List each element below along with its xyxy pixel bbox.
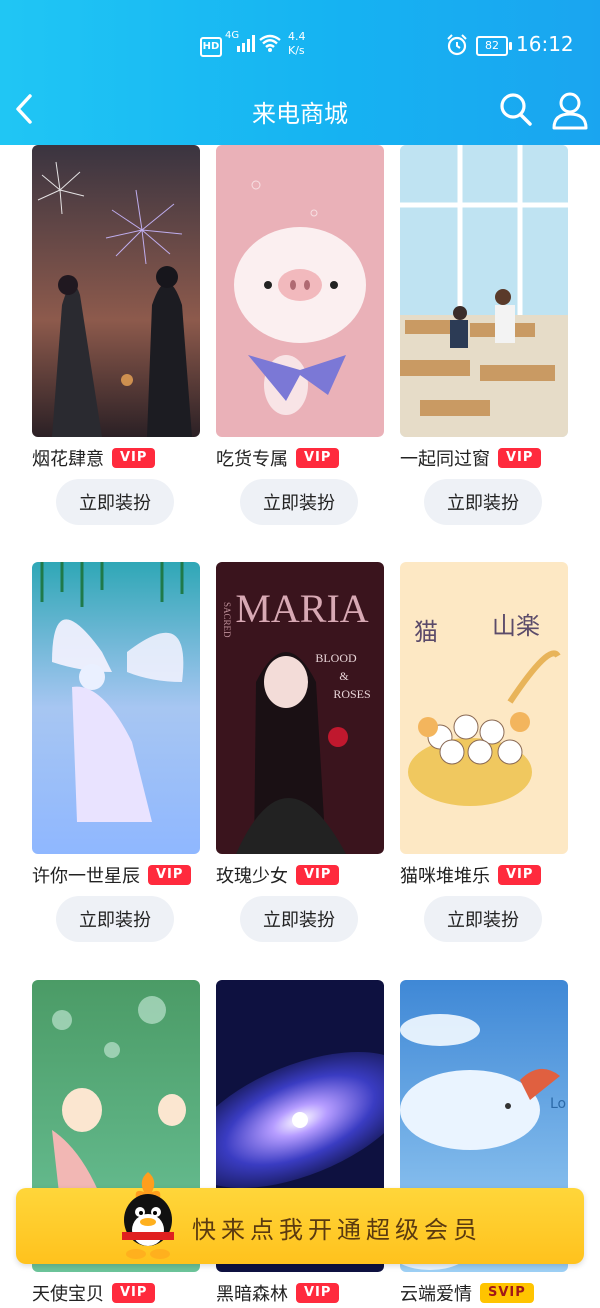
signal-icon	[237, 35, 255, 52]
vip-badge: VIP	[498, 448, 542, 468]
fairy-angel-image	[32, 562, 200, 854]
battery-indicator: 82	[476, 36, 512, 56]
theme-name-row: 吃货专属 VIP	[216, 445, 340, 473]
theme-thumbnail[interactable]	[32, 145, 200, 437]
alarm-icon	[447, 34, 467, 56]
theme-thumbnail[interactable]	[32, 562, 200, 854]
maria-text: MARIA	[235, 586, 368, 631]
ampersand-text: &	[339, 669, 349, 683]
apply-theme-button[interactable]: 立即装扮	[240, 896, 358, 942]
apply-theme-button[interactable]: 立即装扮	[240, 479, 358, 525]
svip-badge: SVIP	[480, 1283, 534, 1303]
fireworks-couple-image	[32, 145, 200, 437]
search-icon[interactable]	[498, 90, 534, 128]
blood-text: BLOOD	[315, 651, 357, 665]
theme-name-row: 黑暗森林 VIP	[216, 1280, 340, 1308]
theme-name-row: 云端爱情 SVIP	[400, 1280, 534, 1308]
theme-name-row: 玫瑰少女 VIP	[216, 862, 340, 890]
qq-penguin-icon	[122, 1172, 174, 1259]
apply-theme-button[interactable]: 立即装扮	[424, 479, 542, 525]
apply-theme-button[interactable]: 立即装扮	[56, 896, 174, 942]
theme-thumbnail[interactable]: MARIA SACRED BLOOD & ROSES	[216, 562, 384, 854]
network-speed: 4.4 K/s	[288, 30, 306, 57]
cat-bowl-image: 猫 山楽	[400, 562, 568, 854]
user-icon[interactable]	[550, 90, 590, 130]
maria-roses-image: MARIA SACRED BLOOD & ROSES	[216, 562, 384, 854]
theme-name: 一起同过窗	[400, 449, 490, 470]
pink-pig-image	[216, 145, 384, 437]
roses-text: ROSES	[333, 687, 370, 701]
vip-badge: VIP	[112, 1283, 156, 1303]
theme-name-row: 烟花肆意 VIP	[32, 445, 156, 473]
cat-title-text-2: 山楽	[492, 612, 540, 640]
hd-indicator: HD	[200, 37, 222, 57]
theme-thumbnail[interactable]	[400, 145, 568, 437]
vip-badge: VIP	[296, 865, 340, 885]
theme-thumbnail[interactable]	[216, 145, 384, 437]
banner-text: 快来点我开通超级会员	[192, 1216, 482, 1244]
theme-thumbnail[interactable]: 猫 山楽	[400, 562, 568, 854]
cat-title-text-1: 猫	[414, 618, 438, 646]
vip-badge: VIP	[498, 865, 542, 885]
theme-name: 黑暗森林	[216, 1284, 288, 1305]
theme-name: 许你一世星辰	[32, 866, 140, 887]
theme-name: 猫咪堆堆乐	[400, 866, 490, 887]
clock: 16:12	[516, 32, 574, 56]
vip-badge: VIP	[148, 865, 192, 885]
apply-theme-button[interactable]: 立即装扮	[424, 896, 542, 942]
classroom-image	[400, 145, 568, 437]
open-super-vip-banner[interactable]: 快来点我开通超级会员	[16, 1172, 584, 1264]
vip-badge: VIP	[112, 448, 156, 468]
theme-name: 烟花肆意	[32, 449, 104, 470]
apply-theme-button[interactable]: 立即装扮	[56, 479, 174, 525]
wifi-icon	[259, 34, 281, 52]
app-header: HD 4G 4.4 K/s 82 16:12 来电商城	[0, 0, 600, 145]
theme-name: 云端爱情	[400, 1284, 472, 1305]
lo-text: Lo	[550, 1096, 566, 1112]
theme-name: 玫瑰少女	[216, 866, 288, 887]
vip-badge: VIP	[296, 1283, 340, 1303]
vip-badge: VIP	[296, 448, 340, 468]
theme-name-row: 一起同过窗 VIP	[400, 445, 542, 473]
theme-name: 天使宝贝	[32, 1284, 104, 1305]
status-bar: HD 4G 4.4 K/s 82 16:12	[0, 0, 600, 88]
ringtone-theme-grid: 烟花肆意 VIP 立即装扮 吃货专属 VIP 立即装扮 一起同过窗 VIP 立即…	[0, 145, 600, 1305]
theme-name: 吃货专属	[216, 449, 288, 470]
title-bar: 来电商城	[0, 80, 600, 140]
theme-name-row: 天使宝贝 VIP	[32, 1280, 156, 1308]
theme-name-row: 猫咪堆堆乐 VIP	[400, 862, 542, 890]
sacred-text: SACRED	[222, 602, 232, 638]
theme-name-row: 许你一世星辰 VIP	[32, 862, 192, 890]
